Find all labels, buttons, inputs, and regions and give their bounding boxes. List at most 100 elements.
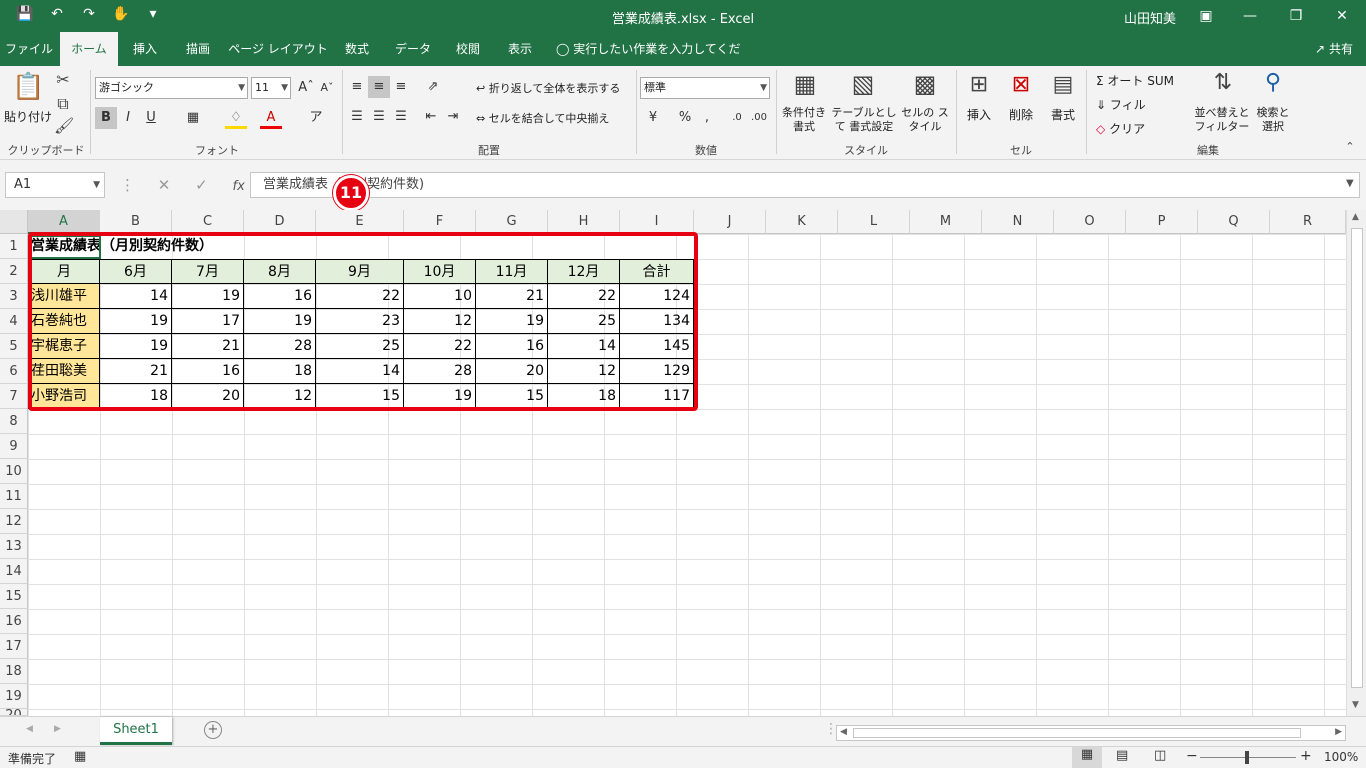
insert-cells-icon[interactable]: ⊞ [966,72,992,97]
decrease-indent-icon[interactable]: ⇤ [420,106,442,128]
ribbon-display-options-icon[interactable]: ▣ [1186,4,1226,28]
scroll-right-icon[interactable]: ▶ [1335,727,1342,737]
data-cell[interactable]: 19 [404,384,476,409]
conditional-formatting-icon[interactable]: ▦ [790,70,820,98]
format-painter-icon[interactable]: 🖌 [54,116,74,135]
row-header[interactable]: 2 [0,259,28,284]
add-sheet-icon[interactable]: + [204,721,222,739]
fill-color-icon[interactable]: ♢ [225,107,247,129]
data-cell[interactable]: 23 [316,309,404,334]
column-header[interactable]: E [316,210,404,234]
data-cell[interactable]: 18 [548,384,620,409]
scroll-thumb[interactable] [1351,228,1363,688]
accounting-format-icon[interactable]: ¥ [642,107,664,129]
formula-input[interactable]: 営業成績表（月別契約件数) [250,172,1360,198]
column-header[interactable]: N [982,210,1054,234]
zoom-level[interactable]: 100% [1324,750,1358,764]
column-header[interactable]: Q [1198,210,1270,234]
data-cell[interactable]: 16 [244,284,316,309]
row-header[interactable]: 17 [0,634,28,659]
phonetic-icon[interactable]: ア [305,107,327,129]
vertical-scrollbar[interactable]: ▲ ▼ [1346,210,1366,716]
row-header[interactable]: 14 [0,559,28,584]
column-header[interactable]: I [620,210,694,234]
table-header-cell[interactable]: 9月 [316,259,404,284]
row-header[interactable]: 4 [0,309,28,334]
row-header[interactable]: 18 [0,659,28,684]
data-cell[interactable]: 21 [100,359,172,384]
table-header-cell[interactable]: 8月 [244,259,316,284]
share-button[interactable]: ↗ 共有 [1306,32,1362,66]
salesperson-cell[interactable]: 浅川雄平 [28,284,100,309]
row-header[interactable]: 11 [0,484,28,509]
orientation-icon[interactable]: ⇗ [422,76,444,98]
row-header[interactable]: 7 [0,384,28,409]
table-header-cell[interactable]: 月 [28,259,100,284]
column-header[interactable]: P [1126,210,1198,234]
data-cell[interactable]: 20 [476,359,548,384]
conditional-formatting-button[interactable]: 条件付き 書式 [778,106,830,134]
copy-icon[interactable]: ⧉ [54,94,72,114]
cancel-icon[interactable]: ✕ [158,176,171,194]
salesperson-cell[interactable]: 荏田聡美 [28,359,100,384]
font-size-combo[interactable]: 11 ▼ [251,77,291,99]
insert-function-icon[interactable]: fx [233,179,245,194]
align-right-icon[interactable]: ☰ [390,106,412,128]
scroll-left-icon[interactable]: ◀ [840,727,847,737]
expand-formula-icon[interactable]: ▼ [1346,178,1354,189]
row-header[interactable]: 9 [0,434,28,459]
total-cell[interactable]: 124 [620,284,694,309]
tab-home[interactable]: ホーム [60,32,118,66]
row-header[interactable]: 13 [0,534,28,559]
user-name[interactable]: 山田知美 [1124,8,1176,27]
align-center-icon[interactable]: ☰ [368,106,390,128]
row-header[interactable]: 12 [0,509,28,534]
data-cell[interactable]: 14 [548,334,620,359]
column-header[interactable]: O [1054,210,1126,234]
column-header[interactable]: D [244,210,316,234]
data-cell[interactable]: 16 [476,334,548,359]
data-cell[interactable]: 25 [548,309,620,334]
row-header[interactable]: 6 [0,359,28,384]
data-cell[interactable]: 18 [100,384,172,409]
column-header[interactable]: H [548,210,620,234]
sheet-tab[interactable]: Sheet1 [100,717,172,745]
tab-draw[interactable]: 描画 [172,32,224,66]
table-header-cell[interactable]: 12月 [548,259,620,284]
enter-icon[interactable]: ✓ [195,176,208,194]
total-cell[interactable]: 129 [620,359,694,384]
data-cell[interactable]: 19 [244,309,316,334]
tab-insert[interactable]: 挿入 [122,32,168,66]
row-header[interactable]: 1 [0,234,28,259]
bold-button[interactable]: B [95,107,117,129]
data-cell[interactable]: 25 [316,334,404,359]
find-select-icon[interactable]: ⚲ [1258,70,1288,95]
data-cell[interactable]: 22 [404,334,476,359]
column-header[interactable]: B [100,210,172,234]
next-sheet-icon[interactable]: ▶ [54,724,61,734]
cut-icon[interactable]: ✂ [54,70,72,89]
data-cell[interactable]: 10 [404,284,476,309]
cell-styles-button[interactable]: セルの スタイル [898,106,952,134]
salesperson-cell[interactable]: 宇梶恵子 [28,334,100,359]
italic-button[interactable]: I [117,107,139,129]
collapse-ribbon-icon[interactable]: ⌃ [1342,140,1358,153]
minimize-icon[interactable]: — [1230,4,1270,28]
format-as-table-icon[interactable]: ▧ [848,70,878,98]
data-cell[interactable]: 20 [172,384,244,409]
format-cells-button[interactable]: 書式 [1044,106,1082,123]
data-cell[interactable]: 28 [404,359,476,384]
find-select-button[interactable]: 検索と 選択 [1252,106,1294,134]
tab-page-layout[interactable]: ページ レイアウト [228,32,328,66]
clear-button[interactable]: ◇ クリア [1096,120,1145,137]
increase-decimal-icon[interactable]: .0 [726,107,748,129]
macro-record-icon[interactable]: ▦ [74,749,86,764]
delete-cells-button[interactable]: 削除 [1002,106,1040,123]
data-cell[interactable]: 14 [100,284,172,309]
shrink-font-icon[interactable]: Aˇ [316,77,338,99]
tab-review[interactable]: 校閲 [444,32,492,66]
tab-file[interactable]: ファイル [0,32,58,66]
paste-icon[interactable]: 📋 [12,72,44,102]
sort-filter-button[interactable]: 並べ替えと フィルター [1192,106,1252,134]
column-header[interactable]: M [910,210,982,234]
